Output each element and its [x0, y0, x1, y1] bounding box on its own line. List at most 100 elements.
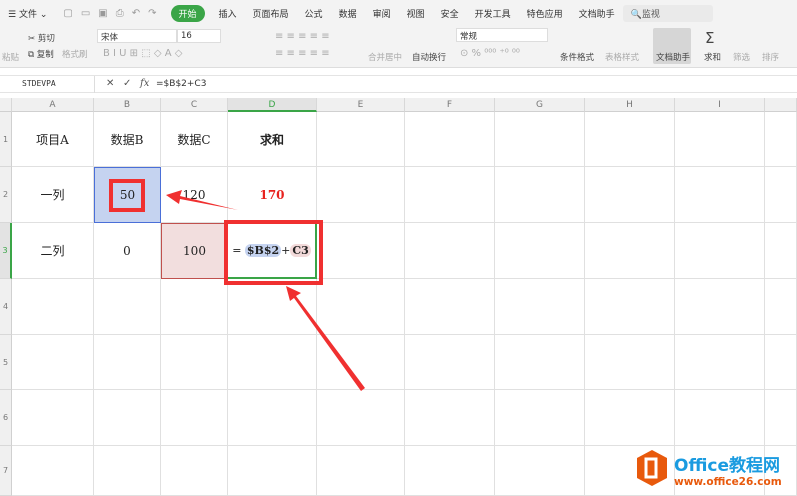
cell-i5[interactable]	[675, 335, 765, 390]
cell-h1[interactable]	[585, 112, 675, 167]
cell-h6[interactable]	[585, 390, 675, 446]
copy-button[interactable]: ⧉ 复制	[28, 48, 54, 60]
number-icons[interactable]: ⊙ % ⁰⁰⁰ ⁺⁰ ⁰⁰	[460, 48, 520, 59]
tab-view[interactable]: 视图	[399, 7, 433, 20]
cell-g2[interactable]	[495, 167, 585, 223]
font-select[interactable]: 宋体	[97, 29, 177, 43]
cell-b7[interactable]	[94, 446, 161, 496]
cell-j4[interactable]	[765, 279, 797, 335]
cell-d6[interactable]	[228, 390, 317, 446]
cell-i4[interactable]	[675, 279, 765, 335]
row-header[interactable]: 7	[0, 446, 12, 496]
cell-h5[interactable]	[585, 335, 675, 390]
font-style-icons[interactable]: B I U ⊞ ⬚ ◇ A ◇	[103, 48, 182, 59]
cell-e4[interactable]	[317, 279, 405, 335]
cell-j2[interactable]	[765, 167, 797, 223]
tab-doc-helper[interactable]: 文档助手	[571, 7, 623, 20]
cell-e2[interactable]	[317, 167, 405, 223]
number-format-select[interactable]: 常规	[456, 28, 548, 42]
format-painter-button[interactable]: 格式刷	[62, 48, 88, 60]
cell-j1[interactable]	[765, 112, 797, 167]
merge-button[interactable]: 合并居中	[368, 51, 402, 63]
tab-data[interactable]: 数据	[331, 7, 365, 20]
cell-e7[interactable]	[317, 446, 405, 496]
cell-g4[interactable]	[495, 279, 585, 335]
conditional-format-button[interactable]: 条件格式	[560, 51, 594, 63]
sum-button[interactable]: 求和	[704, 51, 721, 63]
cell-a7[interactable]	[12, 446, 94, 496]
cell-a1[interactable]: 项目A	[12, 112, 94, 167]
row-header[interactable]: 3	[0, 223, 12, 279]
align-icons[interactable]: ≡ ≡ ≡ ≡ ≡	[275, 31, 330, 42]
cell-f6[interactable]	[405, 390, 495, 446]
cell-f5[interactable]	[405, 335, 495, 390]
cell-j3[interactable]	[765, 223, 797, 279]
formula-input[interactable]: =$B$2+C3	[156, 79, 206, 89]
undo-icon[interactable]: ↶	[132, 8, 140, 19]
cell-f7[interactable]	[405, 446, 495, 496]
cell-f1[interactable]	[405, 112, 495, 167]
redo-icon[interactable]: ↷	[148, 8, 156, 19]
tab-review[interactable]: 审阅	[365, 7, 399, 20]
new-icon[interactable]: ▢	[63, 8, 72, 19]
table-style-button[interactable]: 表格样式	[605, 51, 639, 63]
column-header[interactable]: D	[228, 98, 317, 112]
file-menu[interactable]: ☰ 文件 ⌄	[0, 7, 55, 20]
cell-e3[interactable]	[317, 223, 405, 279]
tab-start[interactable]: 开始	[170, 4, 205, 22]
column-header[interactable]: E	[317, 98, 405, 112]
cell-a3[interactable]: 二列	[12, 223, 94, 279]
column-header[interactable]: G	[495, 98, 585, 112]
column-header[interactable]: H	[585, 98, 675, 112]
cell-e6[interactable]	[317, 390, 405, 446]
column-header[interactable]: C	[161, 98, 228, 112]
cell-g1[interactable]	[495, 112, 585, 167]
cell-d7[interactable]	[228, 446, 317, 496]
column-header[interactable]: A	[12, 98, 94, 112]
cell-f4[interactable]	[405, 279, 495, 335]
tab-developer[interactable]: 开发工具	[467, 7, 519, 20]
column-header[interactable]	[765, 98, 797, 112]
filter-button[interactable]: 筛选	[733, 51, 750, 63]
name-box[interactable]: STDEVPA	[0, 76, 95, 93]
cell-b6[interactable]	[94, 390, 161, 446]
sort-button[interactable]: 排序	[762, 51, 779, 63]
cell-c5[interactable]	[161, 335, 228, 390]
cell-b1[interactable]: 数据B	[94, 112, 161, 167]
row-header[interactable]: 5	[0, 335, 12, 390]
cell-b2[interactable]: 50	[94, 167, 161, 223]
cell-d2[interactable]: 170	[228, 167, 317, 223]
cell-b4[interactable]	[94, 279, 161, 335]
cell-c1[interactable]: 数据C	[161, 112, 228, 167]
cell-c6[interactable]	[161, 390, 228, 446]
cell-h4[interactable]	[585, 279, 675, 335]
sum-icon[interactable]: Σ	[705, 29, 714, 47]
open-icon[interactable]: ▭	[81, 8, 90, 19]
cell-d4[interactable]	[228, 279, 317, 335]
font-size-select[interactable]: 16	[177, 29, 221, 43]
cell-g3[interactable]	[495, 223, 585, 279]
cell-f3[interactable]	[405, 223, 495, 279]
row-header[interactable]: 6	[0, 390, 12, 446]
cell-g5[interactable]	[495, 335, 585, 390]
cell-h2[interactable]	[585, 167, 675, 223]
select-all-corner[interactable]	[0, 98, 12, 112]
cell-a5[interactable]	[12, 335, 94, 390]
tab-formulas[interactable]: 公式	[297, 7, 331, 20]
row-header[interactable]: 1	[0, 112, 12, 167]
tab-security[interactable]: 安全	[433, 7, 467, 20]
confirm-icon[interactable]: ✓	[123, 78, 131, 89]
column-header[interactable]: B	[94, 98, 161, 112]
cell-i2[interactable]	[675, 167, 765, 223]
cell-d1[interactable]: 求和	[228, 112, 317, 167]
cell-c3[interactable]: 100	[161, 223, 228, 279]
cell-h3[interactable]	[585, 223, 675, 279]
cell-g6[interactable]	[495, 390, 585, 446]
cell-c4[interactable]	[161, 279, 228, 335]
cell-c2[interactable]: 120	[161, 167, 228, 223]
cell-e1[interactable]	[317, 112, 405, 167]
cancel-icon[interactable]: ✕	[106, 78, 114, 89]
cell-f2[interactable]	[405, 167, 495, 223]
doc-helper-button[interactable]: 文档助手	[656, 51, 690, 63]
cell-d3[interactable]: = $B$2 + C3	[228, 223, 317, 279]
